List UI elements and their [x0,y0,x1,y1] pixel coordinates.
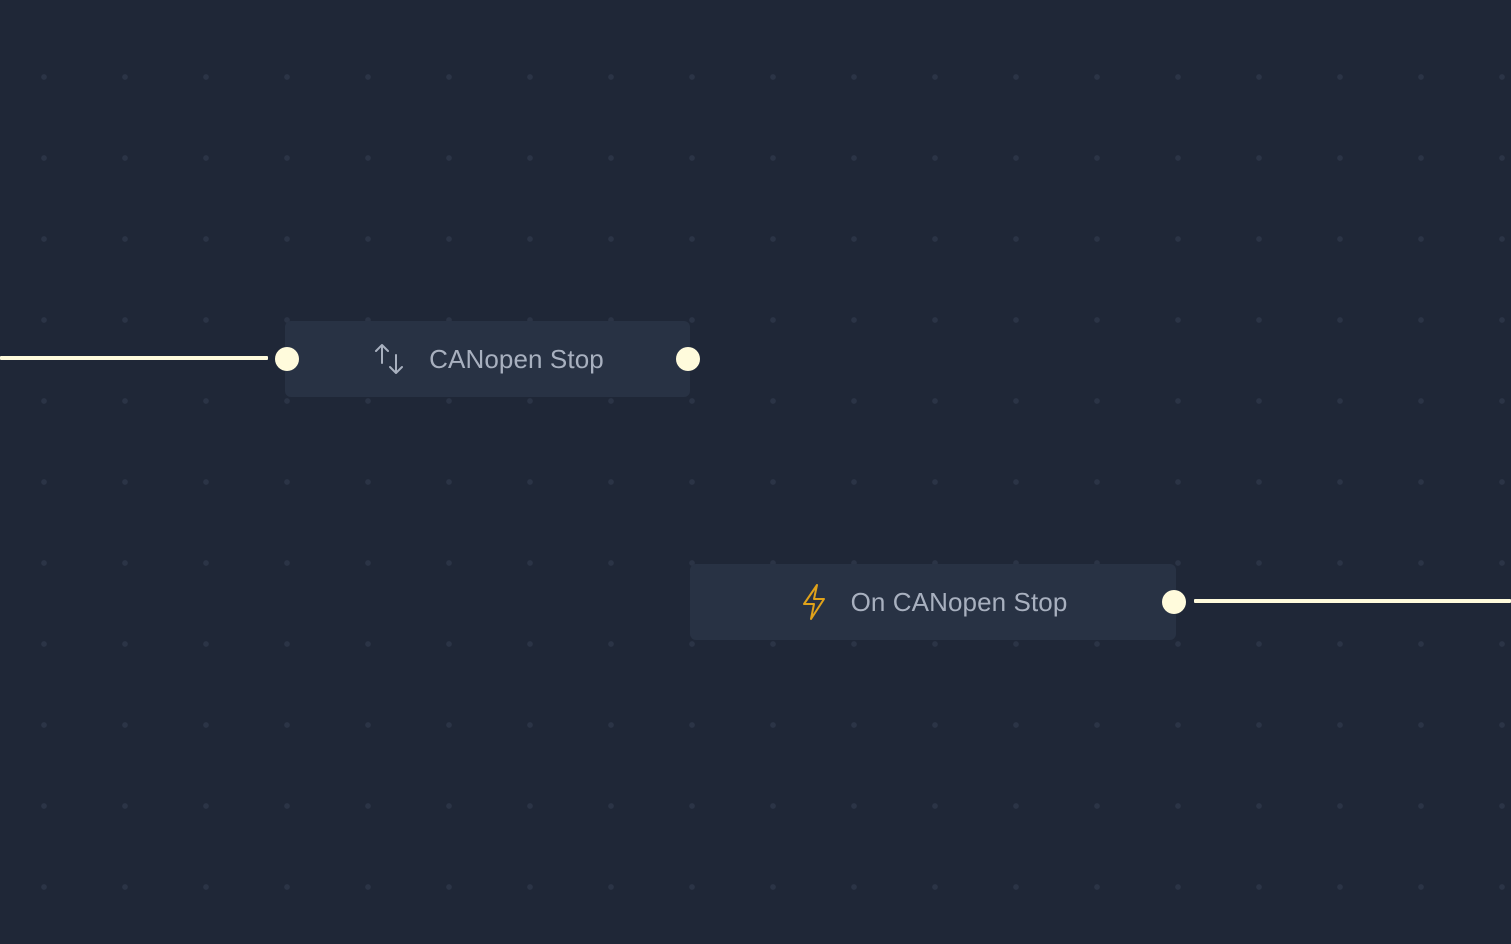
arrows-up-down-icon [371,341,407,377]
lightning-bolt-icon [799,583,829,621]
node-label: CANopen Stop [429,343,604,374]
connection-wire-out[interactable] [1194,599,1511,603]
node-canopen-stop[interactable]: CANopen Stop [285,321,690,397]
node-canopen-stop-input-port[interactable] [275,347,299,371]
node-canopen-stop-output-port[interactable] [676,347,700,371]
node-label: On CANopen Stop [850,586,1068,617]
flow-canvas[interactable]: CANopen Stop On CANopen Stop [0,0,1511,944]
connection-wire-in[interactable] [0,356,268,360]
node-on-canopen-stop-output-port[interactable] [1162,590,1186,614]
node-on-canopen-stop[interactable]: On CANopen Stop [690,564,1176,640]
